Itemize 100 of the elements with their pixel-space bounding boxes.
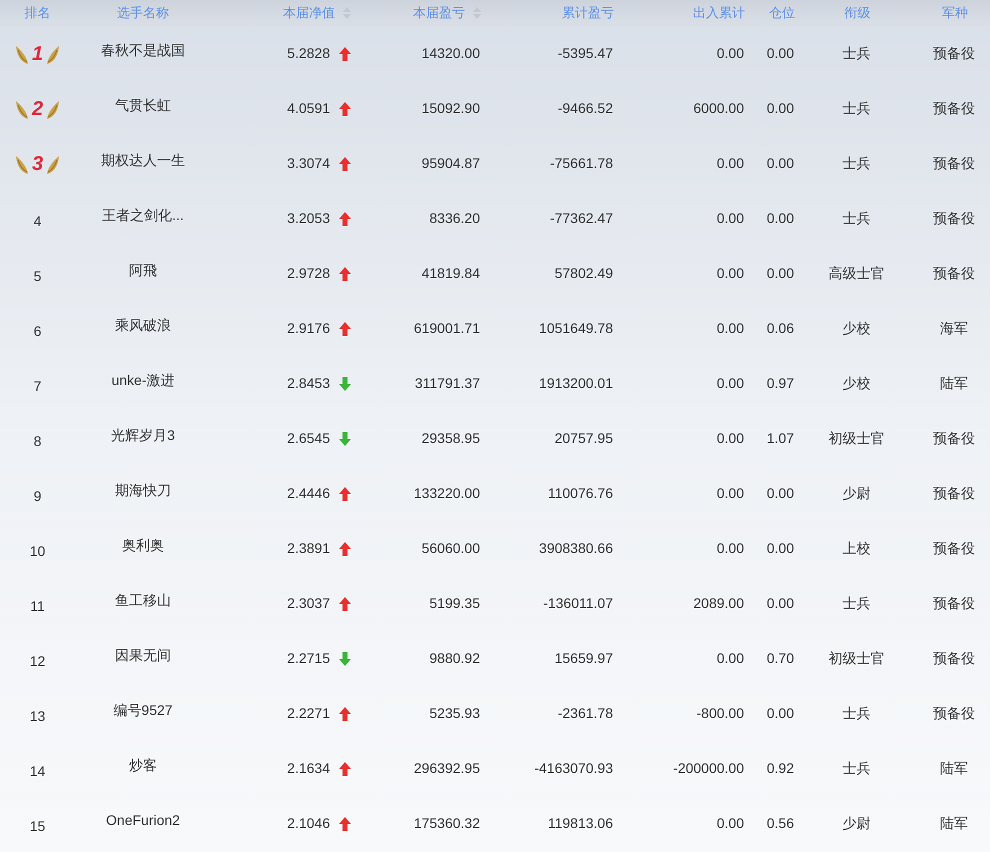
rank-number: 13 <box>30 706 46 726</box>
total-pnl: -2361.78 <box>558 704 613 723</box>
rank-title: 高级士官 <box>828 264 884 283</box>
rank-title: 士兵 <box>842 209 870 228</box>
player-name[interactable]: 鱼工移山 <box>115 590 171 611</box>
total-pnl: 20757.95 <box>554 429 613 448</box>
net-value: 2.2271 <box>287 704 330 723</box>
net-value: 2.1046 <box>287 814 330 833</box>
player-name[interactable]: 炒客 <box>129 755 157 776</box>
period-pnl: 311791.37 <box>414 374 480 393</box>
service-branch: 预备役 <box>933 649 975 668</box>
net-value: 2.1634 <box>287 759 330 778</box>
player-name[interactable]: 春秋不是战国 <box>101 40 185 61</box>
player-name[interactable]: unke-激进 <box>111 370 175 391</box>
rank-title: 初级士官 <box>828 429 884 448</box>
position-ratio: 0.00 <box>766 99 794 118</box>
net-value: 2.3891 <box>287 539 330 558</box>
rank-number: 7 <box>34 376 42 396</box>
service-branch: 预备役 <box>933 99 975 118</box>
position-ratio: 0.00 <box>766 154 794 173</box>
total-pnl: 110076.76 <box>548 484 613 503</box>
net-value: 2.6545 <box>287 429 330 448</box>
period-pnl: 296392.95 <box>414 759 480 778</box>
service-branch: 预备役 <box>933 154 975 173</box>
total-pnl: -4163070.93 <box>534 759 613 778</box>
total-pnl: 3908380.66 <box>539 539 613 558</box>
rank-title: 少尉 <box>842 484 870 503</box>
period-pnl: 14320.00 <box>422 44 480 63</box>
fund-flow: 0.00 <box>716 319 744 338</box>
service-branch: 预备役 <box>933 429 975 448</box>
column-header: 仓位 <box>769 4 795 22</box>
position-ratio: 0.97 <box>766 374 794 393</box>
rank-number: 1 <box>30 42 44 66</box>
fund-flow: 0.00 <box>716 264 744 283</box>
position-ratio: 0.56 <box>766 814 794 833</box>
column-header: 衔级 <box>844 4 870 22</box>
period-pnl: 9880.92 <box>429 649 480 668</box>
position-ratio: 0.92 <box>766 759 794 778</box>
player-name[interactable]: OneFurion2 <box>106 810 180 831</box>
net-value: 2.9176 <box>287 319 330 338</box>
position-ratio: 0.00 <box>766 704 794 723</box>
service-branch: 预备役 <box>933 539 975 558</box>
rank-title: 少尉 <box>842 814 870 833</box>
period-pnl: 56060.00 <box>422 539 480 558</box>
period-pnl: 29358.95 <box>422 429 480 448</box>
position-ratio: 0.00 <box>766 264 794 283</box>
column-header: 军种 <box>942 4 968 22</box>
period-pnl: 41819.84 <box>422 264 480 283</box>
net-value: 5.2828 <box>287 44 330 63</box>
player-name[interactable]: 乘风破浪 <box>115 315 171 336</box>
service-branch: 预备役 <box>933 594 975 613</box>
service-branch: 预备役 <box>933 484 975 503</box>
position-ratio: 0.06 <box>766 319 794 338</box>
rank-number: 11 <box>30 596 45 616</box>
period-pnl: 15092.90 <box>422 99 480 118</box>
fund-flow: 0.00 <box>716 539 744 558</box>
rank-number: 15 <box>30 816 46 836</box>
player-name[interactable]: 气贯长虹 <box>115 95 171 116</box>
player-name[interactable]: 奥利奥 <box>122 535 164 556</box>
total-pnl: -75661.78 <box>550 154 613 173</box>
net-value: 3.2053 <box>287 209 330 228</box>
service-branch: 预备役 <box>933 209 975 228</box>
player-name[interactable]: 王者之剑化... <box>102 205 184 226</box>
player-name[interactable]: 期权达人一生 <box>101 150 185 171</box>
total-pnl: 119813.06 <box>548 814 613 833</box>
column-header: 出入累计 <box>693 4 745 22</box>
fund-flow: -800.00 <box>696 704 744 723</box>
rank-number: 10 <box>30 542 46 560</box>
player-name[interactable]: 期海快刀 <box>115 480 171 501</box>
net-value: 3.3074 <box>287 154 330 173</box>
rank-number: 8 <box>34 432 42 450</box>
rank-title: 上校 <box>842 539 870 558</box>
fund-flow: 0.00 <box>716 44 744 63</box>
rank-title: 士兵 <box>842 704 870 723</box>
net-value: 2.3037 <box>287 594 330 613</box>
position-ratio: 0.70 <box>766 649 794 668</box>
net-value: 4.0591 <box>287 99 330 118</box>
fund-flow: 0.00 <box>716 814 744 833</box>
period-pnl: 95904.87 <box>422 154 480 173</box>
player-name[interactable]: 光辉岁月3 <box>111 425 175 446</box>
service-branch: 海军 <box>940 319 968 338</box>
total-pnl: 1051649.78 <box>539 319 613 338</box>
player-name[interactable]: 编号9527 <box>113 700 173 721</box>
period-pnl: 619001.71 <box>414 319 480 338</box>
rank-title: 初级士官 <box>828 649 884 668</box>
rank-title: 士兵 <box>842 594 870 613</box>
column-header: 排名 <box>24 4 50 22</box>
position-ratio: 0.00 <box>766 209 794 228</box>
service-branch: 预备役 <box>933 264 975 283</box>
rank-title: 士兵 <box>842 759 870 778</box>
player-name[interactable]: 阿飛 <box>129 260 157 281</box>
rank-number: 3 <box>30 152 44 176</box>
fund-flow: 6000.00 <box>693 99 744 118</box>
total-pnl: -136011.07 <box>543 594 613 613</box>
period-pnl: 5235.93 <box>429 704 480 723</box>
rank-number: 12 <box>30 652 46 670</box>
total-pnl: 1913200.01 <box>539 374 613 393</box>
player-name[interactable]: 因果无间 <box>115 645 171 666</box>
service-branch: 陆军 <box>940 374 968 393</box>
net-value: 2.9728 <box>287 264 330 283</box>
